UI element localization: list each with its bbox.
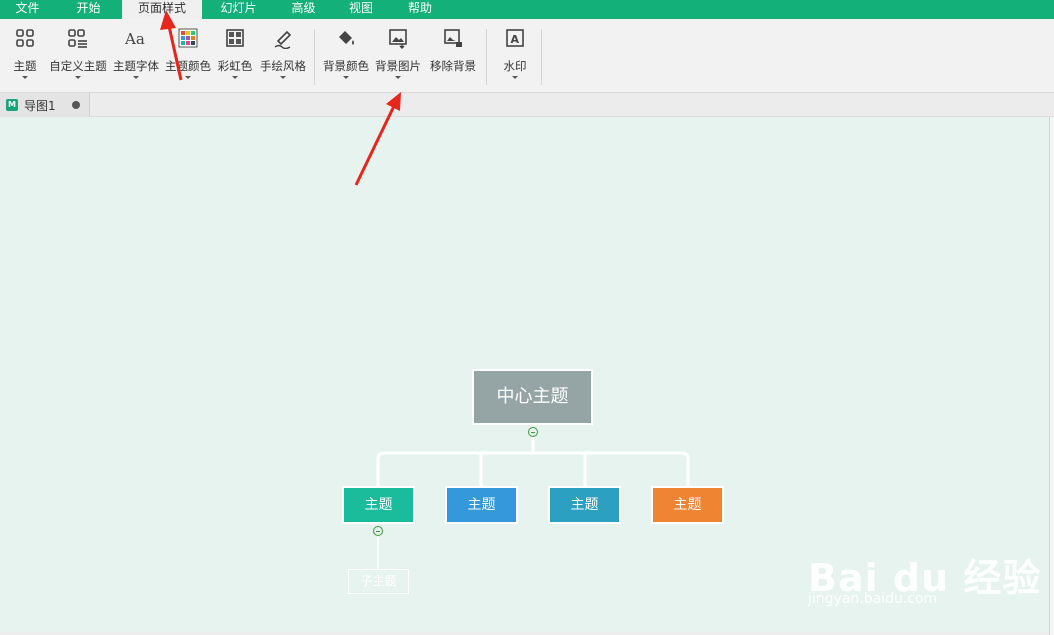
subtopic-node[interactable]: 子主题 bbox=[348, 569, 409, 594]
menu-view[interactable]: 视图 bbox=[332, 0, 390, 19]
paint-bucket-icon bbox=[339, 31, 354, 45]
ribbon-separator bbox=[314, 29, 315, 85]
background-color-label: 背景颜色 bbox=[323, 59, 369, 73]
rainbow-label: 彩虹色 bbox=[217, 59, 253, 73]
theme-color-button[interactable]: 主题颜色 bbox=[163, 27, 213, 89]
watermark-button[interactable]: A 水印 bbox=[500, 27, 530, 89]
menu-file[interactable]: 文件 bbox=[0, 0, 55, 19]
color-palette-icon bbox=[178, 28, 198, 48]
image-icon bbox=[389, 29, 407, 49]
topic-node-1[interactable]: 主题 bbox=[342, 486, 415, 524]
hand-drawn-label: 手绘风格 bbox=[260, 59, 306, 73]
background-image-label: 背景图片 bbox=[375, 59, 421, 73]
baidu-watermark: Bai du 经验 jingyan.baidu.com bbox=[808, 517, 1040, 617]
dropdown-arrow-icon bbox=[280, 76, 286, 79]
vertical-scrollbar[interactable] bbox=[1049, 117, 1054, 635]
menu-slides[interactable]: 幻灯片 bbox=[202, 0, 275, 19]
dropdown-arrow-icon bbox=[512, 76, 518, 79]
menu-help[interactable]: 帮助 bbox=[390, 0, 450, 19]
dropdown-arrow-icon bbox=[343, 76, 349, 79]
svg-text:A: A bbox=[511, 33, 520, 46]
central-topic[interactable]: 中心主题 bbox=[472, 369, 593, 425]
menu-page-style[interactable]: 页面样式 bbox=[122, 0, 202, 19]
watermark-label: 水印 bbox=[503, 59, 527, 73]
dropdown-arrow-icon bbox=[395, 76, 401, 79]
collapse-toggle-icon[interactable] bbox=[373, 526, 383, 536]
ribbon-separator bbox=[486, 29, 487, 85]
theme-label: 主题 bbox=[13, 59, 37, 73]
topic-node-2[interactable]: 主题 bbox=[445, 486, 518, 524]
menu-advanced[interactable]: 高级 bbox=[275, 0, 332, 19]
svg-text:Aa: Aa bbox=[125, 30, 145, 48]
collapse-toggle-icon[interactable] bbox=[528, 427, 538, 437]
custom-theme-label: 自定义主题 bbox=[49, 59, 107, 73]
document-tab[interactable]: M 导图1 bbox=[0, 93, 90, 117]
theme-color-label: 主题颜色 bbox=[165, 59, 211, 73]
custom-theme-button[interactable]: 自定义主题 bbox=[47, 27, 109, 89]
dropdown-arrow-icon bbox=[75, 76, 81, 79]
watermark-icon: A bbox=[506, 29, 524, 47]
document-tab-bar: M 导图1 bbox=[0, 93, 1054, 117]
pen-icon bbox=[274, 30, 292, 49]
rainbow-button[interactable]: 彩虹色 bbox=[216, 27, 254, 89]
remove-background-label: 移除背景 bbox=[430, 59, 476, 73]
watermark-url: jingyan.baidu.com bbox=[808, 591, 938, 607]
hand-drawn-button[interactable]: 手绘风格 bbox=[258, 27, 308, 89]
dropdown-arrow-icon bbox=[185, 76, 191, 79]
unsaved-dot-icon[interactable] bbox=[72, 101, 80, 109]
theme-grid-icon bbox=[16, 29, 34, 47]
mindmap-file-icon: M bbox=[6, 99, 18, 111]
theme-button[interactable]: 主题 bbox=[10, 27, 40, 89]
background-image-button[interactable]: 背景图片 bbox=[373, 27, 423, 89]
theme-font-button[interactable]: Aa 主题字体 bbox=[111, 27, 161, 89]
font-aa-icon: Aa bbox=[125, 30, 145, 48]
theme-font-label: 主题字体 bbox=[113, 59, 159, 73]
document-tab-name: 导图1 bbox=[24, 99, 56, 113]
topic-node-4[interactable]: 主题 bbox=[651, 486, 724, 524]
dropdown-arrow-icon bbox=[232, 76, 238, 79]
dropdown-arrow-icon bbox=[133, 76, 139, 79]
ribbon-toolbar: 主题 自定义主题 Aa 主题字体 主题颜色 彩虹色 手绘风格 背景颜色 背景图片 bbox=[0, 19, 1054, 93]
rainbow-grid-icon bbox=[226, 29, 244, 47]
background-color-button[interactable]: 背景颜色 bbox=[321, 27, 371, 89]
dropdown-arrow-icon bbox=[22, 76, 28, 79]
menu-start[interactable]: 开始 bbox=[55, 0, 122, 19]
ribbon-separator bbox=[541, 29, 542, 85]
menu-bar: 文件 开始 页面样式 幻灯片 高级 视图 帮助 bbox=[0, 0, 1054, 19]
remove-background-button[interactable]: 移除背景 bbox=[428, 27, 478, 89]
remove-image-icon bbox=[444, 29, 462, 47]
mindmap-canvas[interactable]: 中心主题 主题 主题 主题 主题 子主题 Bai du 经验 jingyan.b… bbox=[0, 117, 1049, 632]
custom-theme-icon bbox=[68, 29, 87, 48]
topic-node-3[interactable]: 主题 bbox=[548, 486, 621, 524]
